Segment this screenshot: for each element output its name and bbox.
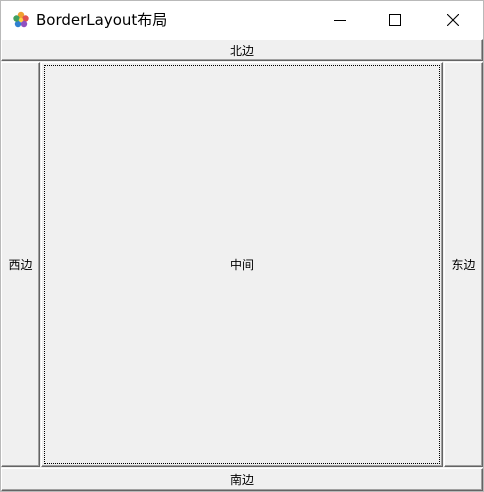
close-button[interactable] xyxy=(430,1,476,39)
window-title: BorderLayout布局 xyxy=(36,11,168,29)
north-button-label: 北边 xyxy=(229,43,254,58)
app-window: BorderLayout布局 北边 西边 中间 东边 南边 xyxy=(0,0,484,492)
minimize-icon xyxy=(334,20,346,21)
java-app-icon xyxy=(13,11,29,28)
maximize-button[interactable] xyxy=(372,1,418,39)
close-icon xyxy=(447,14,459,26)
center-button-label: 中间 xyxy=(229,258,254,272)
center-button[interactable]: 中间 xyxy=(41,62,443,467)
west-button[interactable]: 西边 xyxy=(1,62,40,467)
maximize-icon xyxy=(389,14,401,26)
south-button-label: 南边 xyxy=(229,473,254,487)
east-button-label: 东边 xyxy=(451,258,476,272)
south-button[interactable]: 南边 xyxy=(1,468,483,491)
title-bar[interactable]: BorderLayout布局 xyxy=(1,1,483,39)
north-button[interactable]: 北边 xyxy=(1,39,483,61)
border-layout-panel: 北边 西边 中间 东边 南边 xyxy=(1,39,483,491)
minimize-button[interactable] xyxy=(317,1,363,39)
west-button-label: 西边 xyxy=(8,258,33,272)
east-button[interactable]: 东边 xyxy=(444,62,483,467)
